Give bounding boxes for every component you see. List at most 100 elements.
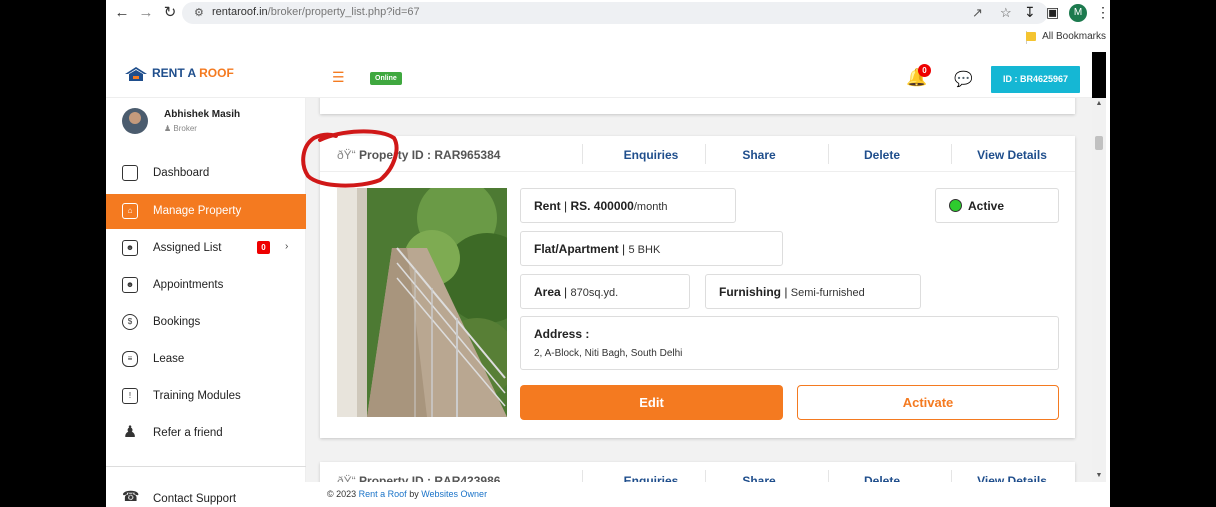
profile-avatar[interactable]: M bbox=[1069, 4, 1087, 22]
all-bookmarks[interactable]: All Bookmarks bbox=[1026, 31, 1106, 42]
sidebar-item-label: Bookings bbox=[153, 316, 201, 328]
folder-icon bbox=[1026, 31, 1037, 41]
delete-link[interactable]: Delete bbox=[832, 474, 932, 482]
user-role: ♟ Broker bbox=[164, 124, 197, 133]
delete-link[interactable]: Delete bbox=[832, 148, 932, 162]
header-divider bbox=[582, 144, 583, 164]
status-dot bbox=[949, 199, 962, 213]
scroll-up-arrow-icon[interactable]: ▲ bbox=[1092, 98, 1106, 110]
area-value: 870sq.yd. bbox=[570, 287, 619, 299]
home-icon: ⌂ bbox=[122, 203, 138, 219]
browser-toolbar: ← → ↻ ⚙ rentaroof.in/broker/property_lis… bbox=[106, 0, 1110, 27]
contact-card-icon: ☻ bbox=[122, 240, 138, 256]
sidebar-item-label: Manage Property bbox=[153, 205, 242, 217]
sidebar-item-assigned-list[interactable]: ☻ Assigned List 0 › bbox=[106, 231, 306, 266]
sidepanel-icon[interactable]: ▣ bbox=[1046, 4, 1059, 21]
area-field: Area | 870sq.yd. bbox=[520, 274, 690, 309]
footer-by: by bbox=[406, 489, 422, 499]
footer-owner-link[interactable]: Websites Owner bbox=[421, 489, 487, 499]
property-card-header: ðŸ“ Property ID : RAR965384 Enquiries Sh… bbox=[320, 136, 1075, 172]
user-role-icon: ♟ bbox=[164, 124, 172, 133]
window-edge bbox=[1106, 52, 1110, 507]
enquiries-link[interactable]: Enquiries bbox=[590, 148, 712, 162]
back-arrow-icon[interactable]: ← bbox=[112, 4, 132, 22]
sidebar-item-lease[interactable]: ≡ Lease bbox=[106, 342, 306, 377]
view-details-link[interactable]: View Details bbox=[956, 148, 1068, 162]
info-icon: ! bbox=[122, 388, 138, 404]
next-property-card: ðŸ“ Property ID : RAR423986 Enquiries Sh… bbox=[320, 462, 1075, 482]
next-property-card-header: ðŸ“ Property ID : RAR423986 Enquiries Sh… bbox=[320, 462, 1075, 482]
enquiries-link[interactable]: Enquiries bbox=[590, 474, 712, 482]
property-id-label: Property ID : RAR965384 bbox=[359, 148, 501, 162]
sidebar-item-bookings[interactable]: $ Bookings bbox=[106, 305, 306, 340]
share-icon[interactable]: ↗ bbox=[972, 5, 983, 21]
logo-text-rent: RENT A bbox=[152, 66, 200, 81]
menu-dots-icon[interactable]: ⋮ bbox=[1096, 4, 1110, 21]
address-label: Address : bbox=[534, 327, 590, 341]
broker-id-button[interactable]: ID : BR4625967 bbox=[991, 66, 1080, 93]
sidebar-item-training-modules[interactable]: ! Training Modules bbox=[106, 379, 306, 414]
activate-button[interactable]: Activate bbox=[797, 385, 1059, 420]
forward-arrow-icon[interactable]: → bbox=[136, 4, 156, 22]
sidebar-divider bbox=[106, 466, 306, 467]
sidebar-item-label: Training Modules bbox=[153, 390, 241, 402]
scroll-down-arrow-icon[interactable]: ▼ bbox=[1092, 470, 1106, 482]
sidebar-item-contact-support[interactable]: ☎ Contact Support bbox=[106, 482, 306, 507]
type-label: Flat/Apartment bbox=[534, 242, 619, 256]
footer-copyright: © 2023 bbox=[327, 489, 359, 499]
sidebar-item-label: Assigned List bbox=[153, 242, 222, 254]
hamburger-menu-icon[interactable]: ☰ bbox=[332, 70, 345, 84]
site-logo[interactable]: RENT A ROOF bbox=[124, 66, 234, 82]
address-field: Address : 2, A-Block, Niti Bagh, South D… bbox=[520, 316, 1059, 370]
scrollbar-thumb[interactable] bbox=[1095, 136, 1103, 150]
download-icon[interactable]: ↧ bbox=[1024, 4, 1036, 21]
chevron-right-icon[interactable]: › bbox=[285, 241, 288, 252]
sidebar-item-label: Appointments bbox=[153, 279, 224, 291]
sidebar-item-manage-property[interactable]: ⌂ Manage Property bbox=[106, 194, 306, 229]
reload-icon[interactable]: ↻ bbox=[160, 4, 180, 22]
sidebar-item-appointments[interactable]: ☻ Appointments bbox=[106, 268, 306, 303]
sidebar: Abhishek Masih ♟ Broker Dashboard ⌂ Mana… bbox=[106, 98, 306, 507]
headset-icon: ☎ bbox=[122, 488, 140, 504]
rent-value: RS. 400000 bbox=[570, 199, 634, 213]
star-icon[interactable]: ☆ bbox=[1000, 5, 1012, 21]
sidebar-item-refer-a-friend[interactable]: ♟ Refer a friend bbox=[106, 416, 306, 451]
assigned-count-badge: 0 bbox=[257, 241, 270, 254]
garbled-emoji-glyph: ðŸ“ bbox=[337, 148, 356, 162]
previous-property-card bbox=[320, 98, 1075, 114]
url-path: /broker/property_list.php?id=67 bbox=[267, 6, 420, 18]
sidebar-item-dashboard[interactable]: Dashboard bbox=[106, 156, 306, 191]
type-value: 5 BHK bbox=[628, 244, 661, 256]
url-text: rentaroof.in/broker/property_list.php?id… bbox=[212, 6, 420, 18]
footer-brand-link[interactable]: Rent a Roof bbox=[359, 489, 407, 499]
furnishing-label: Furnishing bbox=[719, 285, 781, 299]
share-link[interactable]: Share bbox=[713, 148, 805, 162]
contact-card-icon: ☻ bbox=[122, 277, 138, 293]
address-bar[interactable]: ⚙ rentaroof.in/broker/property_list.php?… bbox=[182, 2, 1048, 24]
rent-period: /month bbox=[633, 201, 668, 213]
furnishing-field: Furnishing | Semi-furnished bbox=[705, 274, 921, 309]
dashboard-icon bbox=[122, 165, 138, 181]
users-icon: ♟ bbox=[122, 424, 138, 441]
status-field: Active bbox=[935, 188, 1059, 223]
browser-chrome: ← → ↻ ⚙ rentaroof.in/broker/property_lis… bbox=[106, 0, 1110, 52]
header-divider bbox=[705, 470, 706, 482]
online-status-badge: Online bbox=[370, 72, 402, 85]
rent-field: Rent | RS. 400000/month bbox=[520, 188, 736, 223]
user-avatar[interactable] bbox=[122, 108, 148, 134]
property-type-field: Flat/Apartment | 5 BHK bbox=[520, 231, 783, 266]
contact-support-label: Contact Support bbox=[153, 493, 237, 505]
edit-button[interactable]: Edit bbox=[520, 385, 783, 420]
user-name: Abhishek Masih bbox=[164, 109, 241, 120]
chat-bubble-icon[interactable]: 💬 bbox=[954, 70, 973, 88]
view-details-link[interactable]: View Details bbox=[956, 474, 1068, 482]
page-scrollbar[interactable]: ▲ ▼ bbox=[1092, 98, 1106, 482]
header-divider bbox=[582, 470, 583, 482]
header-divider bbox=[705, 144, 706, 164]
site-header: RENT A ROOF ☰ Online 🔔 0 💬 ID : BR462596… bbox=[106, 52, 1092, 98]
sidebar-item-label: Dashboard bbox=[153, 167, 210, 179]
share-link[interactable]: Share bbox=[713, 474, 805, 482]
logo-text-roof: ROOF bbox=[199, 66, 234, 81]
property-photo bbox=[337, 188, 507, 417]
notification-count-badge: 0 bbox=[918, 64, 931, 77]
